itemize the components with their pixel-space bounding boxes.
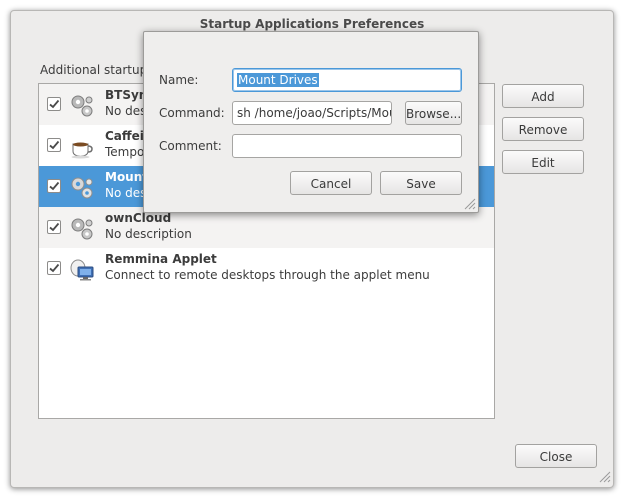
remote-desktop-icon: [70, 259, 94, 281]
name-label: Name:: [159, 73, 199, 87]
command-label: Command:: [159, 106, 225, 120]
app-description: No description: [105, 227, 192, 241]
enabled-checkbox[interactable]: [47, 220, 61, 234]
app-name: Mount: [105, 170, 149, 184]
resize-grip-icon[interactable]: [599, 471, 611, 483]
name-field[interactable]: Mount Drives: [232, 68, 462, 92]
app-description: Connect to remote desktops through the a…: [105, 268, 430, 282]
list-item[interactable]: ownCloud No description: [39, 207, 494, 248]
name-field-value: Mount Drives: [237, 73, 319, 87]
coffee-cup-icon: [71, 142, 93, 159]
close-button[interactable]: Close: [515, 444, 597, 468]
comment-label: Comment:: [159, 139, 222, 153]
enabled-checkbox[interactable]: [47, 179, 61, 193]
app-name: Remmina Applet: [105, 252, 217, 266]
cancel-button[interactable]: Cancel: [290, 171, 372, 195]
list-item[interactable]: Remmina Applet Connect to remote desktop…: [39, 248, 494, 289]
add-button[interactable]: Add: [502, 84, 584, 108]
edit-button[interactable]: Edit: [502, 150, 584, 174]
gears-icon: [71, 218, 93, 240]
comment-field[interactable]: [232, 134, 462, 158]
additional-startup-label: Additional startup p: [40, 63, 159, 77]
enabled-checkbox[interactable]: [47, 97, 61, 111]
resize-grip-icon[interactable]: [464, 198, 476, 210]
edit-startup-program-dialog: Name: Mount Drives Command: sh /home/joa…: [143, 31, 479, 213]
gears-icon: [71, 177, 93, 199]
save-button[interactable]: Save: [380, 171, 462, 195]
command-field[interactable]: sh /home/joao/Scripts/Mour: [232, 101, 392, 125]
remove-button[interactable]: Remove: [502, 117, 584, 141]
enabled-checkbox[interactable]: [47, 261, 61, 275]
gears-icon: [71, 95, 93, 117]
browse-button[interactable]: Browse...: [405, 101, 462, 125]
enabled-checkbox[interactable]: [47, 138, 61, 152]
app-name: ownCloud: [105, 211, 172, 225]
